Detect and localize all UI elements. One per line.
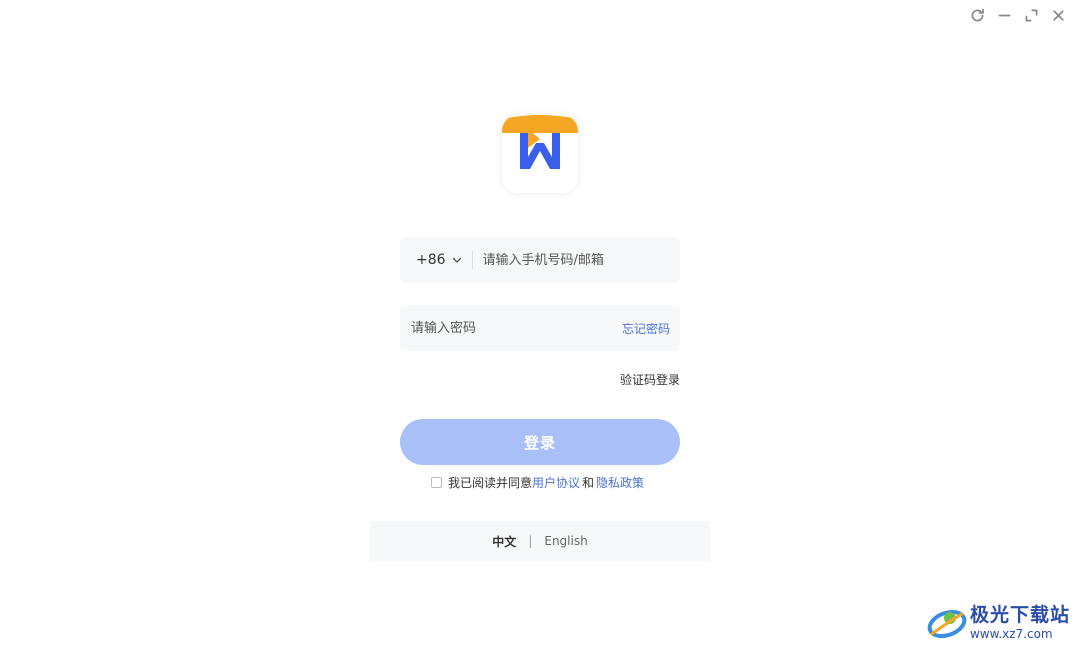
agreement-row: 我已阅读并同意 用户协议 和 隐私政策: [431, 474, 644, 491]
app-logo: 老师: [502, 115, 578, 193]
password-input[interactable]: [411, 305, 606, 351]
minimize-icon: [998, 14, 1011, 17]
privacy-policy-link[interactable]: 隐私政策: [596, 474, 644, 491]
language-switcher: 中文 | English: [370, 521, 710, 561]
language-divider: |: [528, 534, 533, 548]
watermark-text: 极光下载站 www.xz7.com: [970, 605, 1070, 641]
password-field: 忘记密码: [400, 305, 680, 351]
field-divider: [471, 251, 473, 269]
agreement-and: 和: [582, 476, 595, 490]
user-agreement-link[interactable]: 用户协议: [532, 474, 580, 491]
chevron-down-icon: [452, 257, 461, 263]
watermark-url: www.xz7.com: [969, 627, 1053, 641]
forgot-password-link[interactable]: 忘记密码: [622, 320, 670, 337]
login-button[interactable]: 登录: [400, 419, 680, 465]
refresh-button[interactable]: [968, 6, 987, 25]
watermark-logo-icon: [927, 609, 967, 639]
minimize-button[interactable]: [995, 6, 1014, 25]
agreement-prefix: 我已阅读并同意: [448, 476, 533, 490]
maximize-icon: [1025, 9, 1038, 22]
agreement-checkbox[interactable]: [431, 477, 442, 488]
phone-input[interactable]: [482, 237, 673, 283]
country-code-select[interactable]: +86: [400, 237, 462, 283]
country-code-value: +86: [416, 252, 446, 268]
phone-field: +86: [400, 237, 680, 283]
code-login-link[interactable]: 验证码登录: [620, 371, 680, 388]
close-icon: [1053, 10, 1064, 21]
logo-badge-text: 老师: [526, 173, 553, 187]
refresh-icon: [971, 8, 984, 22]
language-chinese[interactable]: 中文: [492, 533, 516, 550]
language-english[interactable]: English: [544, 534, 587, 548]
logo-band: [502, 115, 578, 133]
window-controls: [968, 6, 1068, 25]
watermark: 极光下载站 www.xz7.com: [926, 604, 1070, 642]
close-button[interactable]: [1049, 6, 1068, 25]
maximize-button[interactable]: [1022, 6, 1041, 25]
watermark-title: 极光下载站: [969, 604, 1070, 626]
